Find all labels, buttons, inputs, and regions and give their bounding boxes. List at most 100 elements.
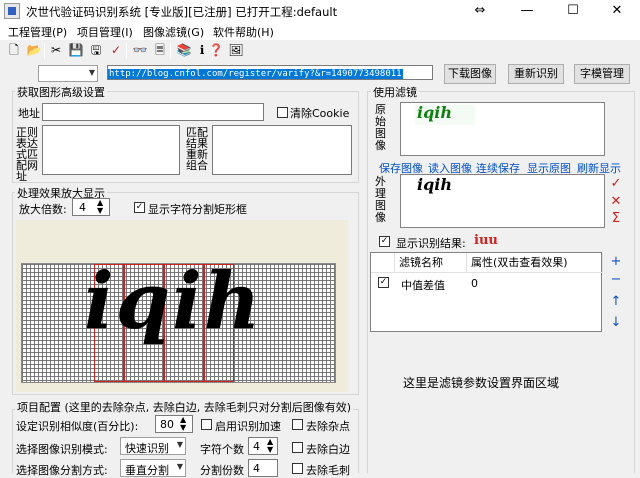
spinner-arrows-icon: ▲ ▼ <box>180 415 187 432</box>
split-value: 垂直分割 <box>125 464 169 477</box>
char-count-value: 4 <box>253 440 260 453</box>
split-count-spinner[interactable]: 4 <box>248 459 278 477</box>
split-count-label: 分割份数 <box>200 464 244 477</box>
check-icon[interactable]: ✓ <box>108 42 124 58</box>
result-value: iuu <box>474 233 498 248</box>
add-icon[interactable]: + <box>608 254 624 270</box>
mode-select[interactable]: 快速识别 ▼ <box>120 437 186 455</box>
captcha-original-text: iqih <box>417 103 452 122</box>
zoom-spinner[interactable]: 4 ▲ ▼ <box>72 198 110 216</box>
filter-legend: 使用滤镜 <box>371 84 419 100</box>
table-header-name: 滤镜名称 <box>395 253 467 273</box>
minimize-button[interactable]: — <box>504 0 550 22</box>
app-icon <box>4 3 20 19</box>
move-up-icon[interactable]: ↑ <box>608 294 624 310</box>
table-header-attr: 属性(双击查看效果) <box>467 253 603 273</box>
toolbar-separator <box>170 43 171 59</box>
menu-image-filter[interactable]: 图像滤镜(G) <box>143 24 204 40</box>
history-combo[interactable]: ▼ <box>38 65 98 82</box>
window-title: 次世代验证码识别系统 [专业版][已注册] 已打开工程:default <box>26 5 338 19</box>
sigma-icon[interactable]: Σ <box>608 211 624 227</box>
char-library-button[interactable]: 字模管理 <box>574 64 630 84</box>
save-as-icon[interactable]: 🖫 <box>88 42 104 58</box>
remove-border-checkbox[interactable] <box>292 442 303 453</box>
filter-table: 滤镜名称 属性(双击查看效果) ✓ 中值差值 0 <box>370 252 603 332</box>
original-image-preview: iqih <box>400 102 605 156</box>
url-input[interactable]: http://blog.cnfol.com/register/varify?&r… <box>107 65 433 80</box>
move-down-icon[interactable]: ↓ <box>608 315 624 331</box>
address-input[interactable] <box>42 103 264 121</box>
similarity-label: 设定识别相似度(百分比): <box>16 420 139 433</box>
menu-item-manage[interactable]: 项目管理(I) <box>77 24 133 40</box>
check-icon[interactable]: ✓ <box>608 176 624 192</box>
help-icon[interactable]: ❓ <box>208 42 224 58</box>
captcha-original-image: iqih <box>415 103 475 125</box>
chevron-down-icon: ▼ <box>176 440 183 449</box>
zoom-value: 4 <box>79 201 86 214</box>
fast-recognition-checkbox[interactable] <box>201 419 212 430</box>
menu-bar: 工程管理(P) 项目管理(I) 图像滤镜(G) 软件帮助(H) <box>0 22 640 40</box>
show-result-checkbox[interactable]: ✓ <box>379 236 390 247</box>
regex-label: 正则表达式匹配网址 <box>16 126 38 183</box>
new-file-icon[interactable]: 🗋 <box>6 42 22 58</box>
similarity-spinner[interactable]: 80 ▲ ▼ <box>155 415 193 433</box>
filter-value-cell: 0 <box>471 277 478 290</box>
show-result-label: 显示识别结果: <box>396 237 466 250</box>
split-select[interactable]: 垂直分割 ▼ <box>120 459 186 477</box>
mode-label: 选择图像识别模式: <box>16 443 108 456</box>
toolbar-separator <box>126 43 127 59</box>
library-icon[interactable]: 📚 <box>176 42 192 58</box>
regex-textarea[interactable] <box>42 125 180 175</box>
title-bar: 次世代验证码识别系统 [专业版][已注册] 已打开工程:default ⇔ — … <box>0 0 640 22</box>
remove-burr-checkbox[interactable] <box>292 463 303 474</box>
re-recognize-button[interactable]: 重新识别 <box>508 64 564 84</box>
split-count-value: 4 <box>253 462 260 475</box>
fast-recognition-label: 启用识别加速 <box>215 420 281 433</box>
config-legend: 项目配置 (这里的去除杂点, 去除白边, 去除毛刺只对分割后图像有效) <box>15 399 354 415</box>
open-folder-icon[interactable]: 📂 <box>26 42 42 58</box>
remove-burr-label: 去除毛刺 <box>306 464 350 477</box>
clear-cookie-label: 清除Cookie <box>290 107 350 120</box>
captcha-processed-image: iqih <box>415 175 475 197</box>
remove-noise-checkbox[interactable] <box>292 419 303 430</box>
download-image-button[interactable]: 下载图像 <box>444 64 496 84</box>
maximize-button[interactable]: ☐ <box>550 0 596 22</box>
toolbar-separator <box>44 43 45 59</box>
remove-border-label: 去除白边 <box>306 443 350 456</box>
zoomed-captcha-grid: iqih <box>21 256 336 383</box>
remove-icon[interactable]: − <box>608 272 624 288</box>
char-count-label: 字符个数 <box>200 443 244 456</box>
filter-name-cell: 中值差值 <box>401 279 445 292</box>
binoculars-icon[interactable]: 👓 <box>132 42 148 58</box>
zoom-label: 放大倍数: <box>19 203 67 216</box>
cut-icon[interactable]: ✂ <box>48 42 64 58</box>
captcha-processed-text: iqih <box>417 175 452 194</box>
table-row[interactable]: ✓ 中值差值 0 <box>371 273 603 293</box>
toolbar: 🗋 📂 ✂ 💾 🖫 ✓ 👓 🗏 📚 ℹ ❓ 🖼 <box>0 40 640 62</box>
address-label: 地址 <box>18 107 40 120</box>
spinner-arrows-icon: ▲ ▼ <box>267 437 274 454</box>
menu-help[interactable]: 软件帮助(H) <box>213 24 274 40</box>
spinner-arrows-icon: ▲ ▼ <box>97 198 104 215</box>
processed-image-preview: iqih <box>400 174 605 228</box>
original-image-label: 原始图像 <box>375 103 386 152</box>
save-icon[interactable]: 💾 <box>68 42 84 58</box>
show-seg-checkbox[interactable]: ✓ <box>134 202 145 213</box>
filter-params-hint: 这里是滤镜参数设置界面区域 <box>403 376 560 390</box>
mode-value: 快速识别 <box>125 442 169 455</box>
menu-project[interactable]: 工程管理(P) <box>8 24 67 40</box>
preview-icon[interactable]: 🗏 <box>152 42 168 58</box>
row-checkbox[interactable]: ✓ <box>378 277 389 288</box>
clear-cookie-checkbox[interactable] <box>277 107 288 118</box>
delete-icon[interactable]: ✕ <box>608 194 624 210</box>
remove-noise-label: 去除杂点 <box>306 420 350 433</box>
match-result-textarea[interactable] <box>212 125 352 175</box>
table-header-check <box>371 253 395 273</box>
move-icon: ⇔ <box>474 3 486 18</box>
advanced-legend: 获取图形高级设置 <box>15 84 107 100</box>
char-count-spinner[interactable]: 4 ▲ ▼ <box>248 437 278 455</box>
image-icon[interactable]: 🖼 <box>228 42 244 58</box>
close-button[interactable]: ✕ <box>594 0 640 22</box>
match-result-label: 匹配结果重新组合 <box>186 126 208 172</box>
chevron-down-icon: ▼ <box>88 68 95 77</box>
